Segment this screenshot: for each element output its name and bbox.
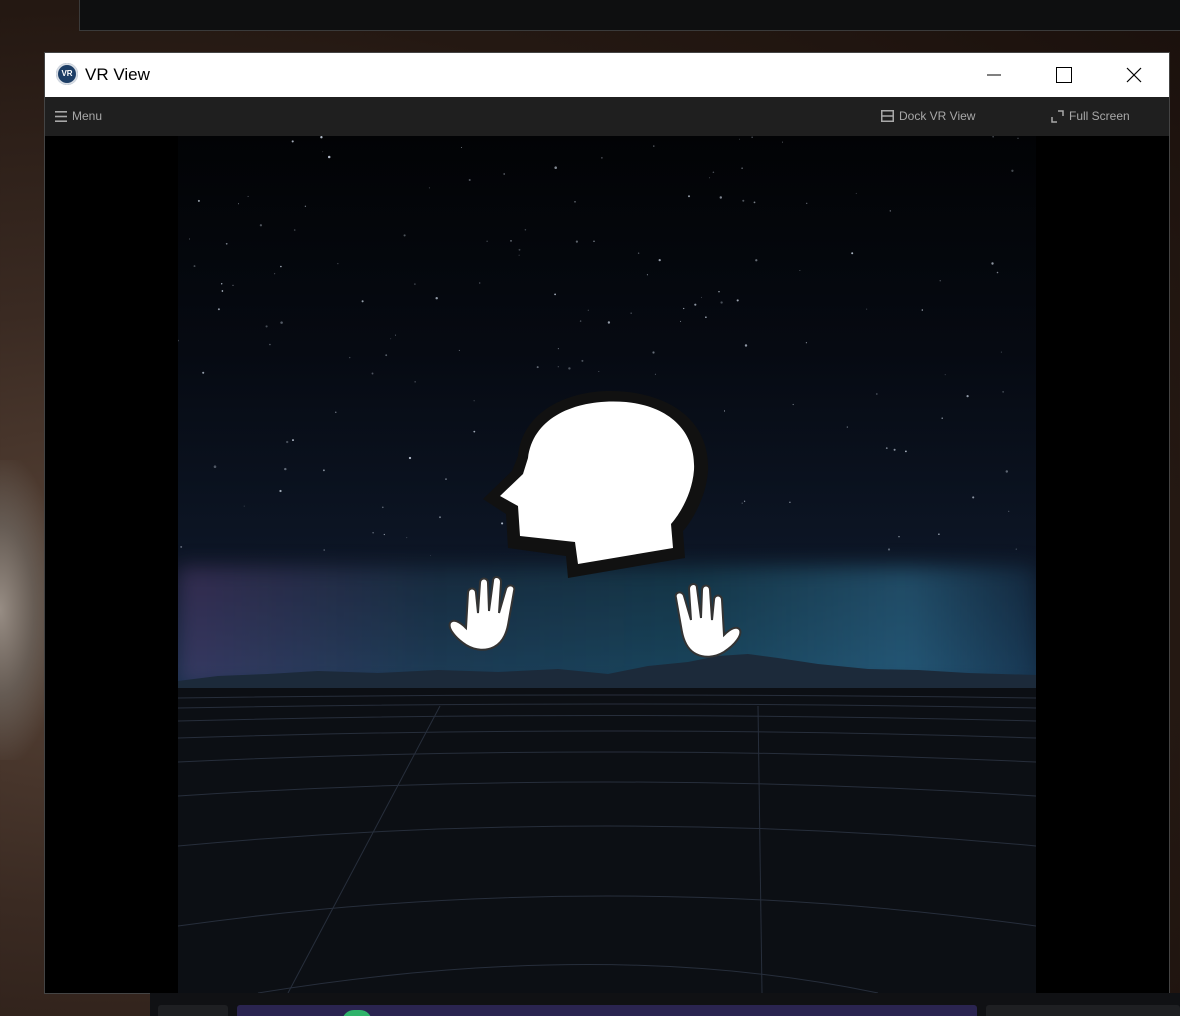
- app-badge-icon: [342, 1010, 372, 1016]
- fullscreen-label: Full Screen: [1069, 109, 1130, 123]
- close-button[interactable]: [1099, 53, 1169, 97]
- taskbar-item[interactable]: [158, 1005, 228, 1016]
- hamburger-icon: [55, 110, 67, 122]
- title-bar[interactable]: VR VR View: [45, 53, 1169, 97]
- expand-icon: [1051, 109, 1064, 123]
- full-screen-button[interactable]: Full Screen: [1051, 109, 1130, 123]
- menu-button[interactable]: Menu: [55, 109, 102, 123]
- dock-vr-view-button[interactable]: Dock VR View: [881, 109, 975, 123]
- minimize-icon: [987, 74, 1001, 76]
- dock-icon: [881, 110, 894, 122]
- taskbar: [150, 993, 1180, 1016]
- vr-scene-viewport[interactable]: [178, 136, 1036, 993]
- maximize-button[interactable]: [1029, 53, 1099, 97]
- close-icon: [1126, 67, 1142, 83]
- minimize-button[interactable]: [959, 53, 1029, 97]
- left-hand-icon: [448, 576, 516, 651]
- right-hand-icon: [674, 583, 742, 658]
- background-window-topbar: [79, 0, 1180, 31]
- window-title: VR View: [85, 65, 150, 84]
- head-icon: [483, 390, 709, 578]
- vr-view-window: VR VR View Menu Dock VR View Full Screen: [45, 53, 1169, 993]
- vr-app-icon: VR: [56, 63, 78, 85]
- vr-view-toolbar: Menu Dock VR View Full Screen: [45, 97, 1169, 136]
- taskbar-item[interactable]: [237, 1005, 977, 1016]
- maximize-icon: [1056, 67, 1072, 83]
- taskbar-item[interactable]: [986, 1005, 1180, 1016]
- dock-label: Dock VR View: [899, 109, 976, 123]
- menu-label: Menu: [72, 109, 103, 123]
